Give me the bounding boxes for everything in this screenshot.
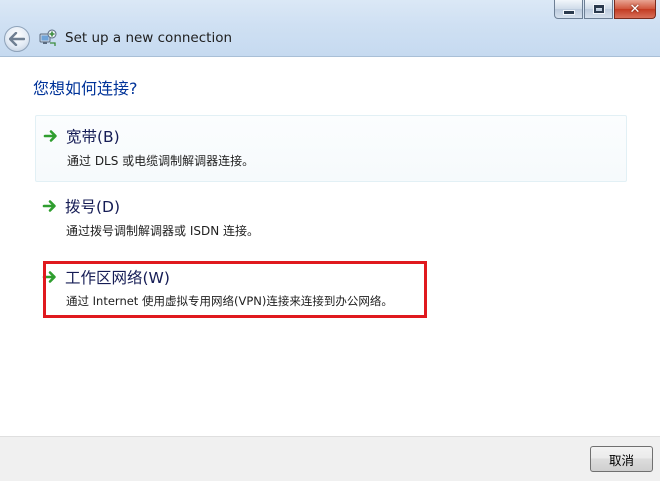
wizard-footer: 取消 xyxy=(0,436,660,481)
green-arrow-icon xyxy=(43,130,57,142)
back-button[interactable] xyxy=(4,26,30,52)
option-description: 通过 DLS 或电缆调制解调器连接。 xyxy=(67,154,255,168)
option-description: 通过拨号调制解调器或 ISDN 连接。 xyxy=(66,224,260,238)
option-dialup[interactable]: 拨号(D) 通过拨号调制解调器或 ISDN 连接。 xyxy=(35,186,627,253)
minimize-icon xyxy=(563,10,574,14)
option-title: 拨号(D) xyxy=(65,198,121,216)
option-title: 宽带(B) xyxy=(66,128,120,146)
maximize-icon xyxy=(593,5,604,13)
page-heading: 您想如何连接? xyxy=(33,79,138,98)
maximize-button[interactable] xyxy=(584,0,613,19)
caption-buttons: ✕ xyxy=(553,0,656,19)
close-icon: ✕ xyxy=(629,1,641,17)
network-connection-icon xyxy=(39,29,57,46)
minimize-button[interactable] xyxy=(554,0,583,19)
option-broadband[interactable]: 宽带(B) 通过 DLS 或电缆调制解调器连接。 xyxy=(35,115,627,182)
wizard-header: ✕ Set up a new connection xyxy=(0,0,660,57)
connection-wizard-window: ✕ Set up a new connection 您想如何连接? 宽带(B) … xyxy=(0,0,660,481)
close-button[interactable]: ✕ xyxy=(614,0,656,19)
cancel-button[interactable]: 取消 xyxy=(590,446,653,472)
annotation-highlight-box xyxy=(43,261,427,318)
green-arrow-icon xyxy=(42,200,56,212)
window-title: Set up a new connection xyxy=(65,30,233,46)
back-arrow-icon xyxy=(9,32,25,46)
